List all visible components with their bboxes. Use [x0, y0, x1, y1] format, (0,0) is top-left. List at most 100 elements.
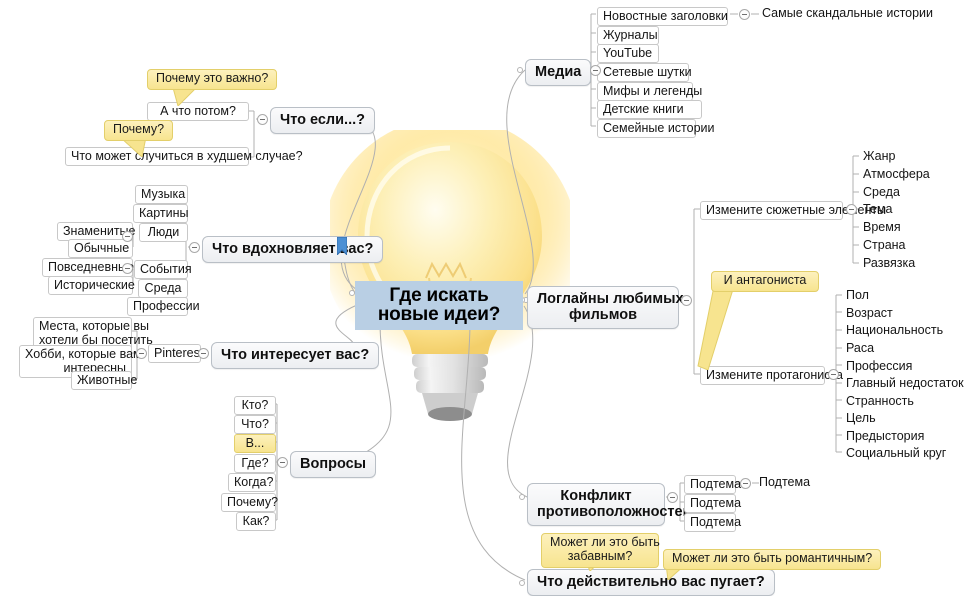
node-denouement-label: Развязка: [863, 256, 916, 270]
note-romantic-label: Может ли это быть романтичным?: [672, 551, 873, 565]
branch-loglines[interactable]: Логлайны любимых фильмов: [527, 286, 684, 330]
node-professions-label: Профессии: [133, 299, 200, 313]
node-how[interactable]: Как?: [236, 512, 276, 531]
node-age[interactable]: Возраст: [844, 306, 895, 320]
node-theme[interactable]: Тема: [861, 202, 894, 216]
branch-inspires[interactable]: Что вдохновляет вас?: [202, 236, 384, 264]
node-scandal-stories[interactable]: Самые скандальные истории: [760, 6, 935, 20]
note-why-important[interactable]: Почему это важно?: [147, 69, 278, 90]
node-internet-jokes[interactable]: Сетевые шутки: [597, 63, 692, 82]
note-funny-line2: забавным?: [567, 548, 633, 563]
collapse-what-if[interactable]: [257, 114, 268, 125]
node-youtube[interactable]: YouTube: [597, 44, 659, 63]
node-ordinary[interactable]: Обычные: [68, 239, 133, 258]
node-where[interactable]: Где?: [234, 454, 276, 473]
node-what[interactable]: Что?: [234, 415, 276, 434]
node-gender[interactable]: Пол: [844, 288, 871, 302]
node-paintings[interactable]: Картины: [133, 204, 189, 223]
branch-media[interactable]: Медиа: [525, 59, 592, 87]
collapse-change-protagonist[interactable]: [828, 369, 839, 380]
node-race[interactable]: Раса: [844, 341, 876, 355]
node-people[interactable]: Люди: [139, 223, 188, 242]
node-events-label: События: [140, 262, 192, 276]
branch-what-if[interactable]: Что если...?: [270, 107, 375, 135]
collapse-subtopic-1[interactable]: [740, 478, 751, 489]
collapse-conflict[interactable]: [667, 492, 678, 503]
node-genre[interactable]: Жанр: [861, 149, 898, 163]
branch-conflict[interactable]: Конфликт противоположностей: [527, 483, 692, 527]
node-what-then-label: А что потом?: [160, 104, 236, 118]
node-time[interactable]: Время: [861, 220, 903, 234]
node-historical[interactable]: Исторические: [48, 276, 135, 295]
node-worst-case[interactable]: Что может случиться в худшем случае?: [65, 147, 303, 166]
node-pinterest[interactable]: Pinterest: [148, 344, 203, 363]
node-hobbies-line1: Хобби, которые вам: [25, 347, 142, 361]
node-magazines[interactable]: Журналы: [597, 26, 659, 45]
node-family-stories-label: Семейные истории: [603, 121, 715, 135]
node-why[interactable]: Почему?: [221, 493, 278, 512]
collapse-questions[interactable]: [277, 457, 288, 468]
branch-what-if-label: Что если...?: [280, 112, 365, 128]
node-quirk[interactable]: Странность: [844, 394, 916, 408]
node-backstory[interactable]: Предыстория: [844, 429, 926, 443]
collapse-change-plot-elements[interactable]: [846, 204, 857, 215]
collapse-media[interactable]: [590, 65, 601, 76]
collapse-news-headlines[interactable]: [739, 9, 750, 20]
node-news-headlines[interactable]: Новостные заголовки: [597, 7, 728, 26]
node-events[interactable]: События: [134, 260, 192, 279]
node-animals[interactable]: Животные: [71, 371, 137, 390]
node-childrens-books[interactable]: Детские книги: [597, 100, 702, 119]
root-line-2: новые идеи?: [377, 304, 501, 325]
node-atmosphere[interactable]: Атмосфера: [861, 167, 932, 181]
node-music[interactable]: Музыка: [135, 185, 188, 204]
collapse-people[interactable]: [122, 231, 133, 242]
collapse-loglines[interactable]: [681, 295, 692, 306]
node-environment[interactable]: Среда: [138, 279, 188, 298]
node-family-stories[interactable]: Семейные истории: [597, 119, 715, 138]
branch-scares[interactable]: Что действительно вас пугает?: [527, 569, 775, 596]
node-subtopic-3-label: Подтема: [690, 515, 742, 529]
collapse-events[interactable]: [122, 263, 133, 274]
note-why-label: Почему?: [113, 122, 165, 136]
note-could-be-funny[interactable]: Может ли это быть забавным?: [541, 533, 660, 568]
node-profession[interactable]: Профессия: [844, 359, 914, 373]
note-why[interactable]: Почему?: [104, 120, 174, 141]
node-youtube-label: YouTube: [603, 46, 653, 60]
bookmark-icon[interactable]: [337, 237, 347, 255]
node-denouement[interactable]: Развязка: [861, 256, 917, 270]
node-atmosphere-label: Атмосфера: [863, 167, 930, 181]
note-why-important-label: Почему это важно?: [156, 71, 269, 85]
collapse-interests[interactable]: [198, 348, 209, 359]
node-setting-label: Среда: [863, 185, 900, 199]
node-subtopic-2[interactable]: Подтема: [684, 494, 741, 513]
node-who-label: Кто?: [241, 398, 269, 412]
node-time-label: Время: [863, 220, 901, 234]
collapse-inspires[interactable]: [189, 242, 200, 253]
central-topic[interactable]: Где искать новые идеи?: [355, 281, 523, 330]
node-places-line1: Места, которые вы: [39, 319, 150, 333]
note-and-antagonist[interactable]: И антагониста: [711, 271, 819, 292]
node-goal[interactable]: Цель: [844, 411, 878, 425]
node-professions[interactable]: Профессии: [127, 297, 200, 316]
node-subtopic-1[interactable]: Подтема: [684, 475, 741, 494]
collapse-pinterest[interactable]: [136, 348, 147, 359]
node-genre-label: Жанр: [863, 149, 896, 163]
node-nationality[interactable]: Национальность: [844, 323, 945, 337]
node-who[interactable]: Кто?: [234, 396, 276, 415]
node-setting[interactable]: Среда: [861, 185, 902, 199]
node-main-flaw[interactable]: Главный недостаток: [844, 376, 966, 390]
node-country[interactable]: Страна: [861, 238, 908, 252]
note-could-be-romantic[interactable]: Может ли это быть романтичным?: [663, 549, 882, 570]
branch-interests[interactable]: Что интересует вас?: [211, 342, 380, 370]
node-social-circle[interactable]: Социальный круг: [844, 446, 948, 460]
node-in-label: В...: [245, 436, 265, 450]
node-myths-legends[interactable]: Мифы и легенды: [597, 82, 702, 101]
node-subtopic-3[interactable]: Подтема: [684, 513, 741, 532]
branch-questions[interactable]: Вопросы: [290, 451, 377, 479]
node-when[interactable]: Когда?: [228, 473, 276, 492]
node-subtopic-1-child[interactable]: Подтема: [757, 475, 812, 489]
node-in[interactable]: В...: [234, 434, 276, 453]
node-everyday[interactable]: Повседневные: [42, 258, 134, 277]
node-internet-jokes-label: Сетевые шутки: [603, 65, 692, 79]
node-change-plot-elements[interactable]: Измените сюжетные элементы: [700, 201, 886, 220]
